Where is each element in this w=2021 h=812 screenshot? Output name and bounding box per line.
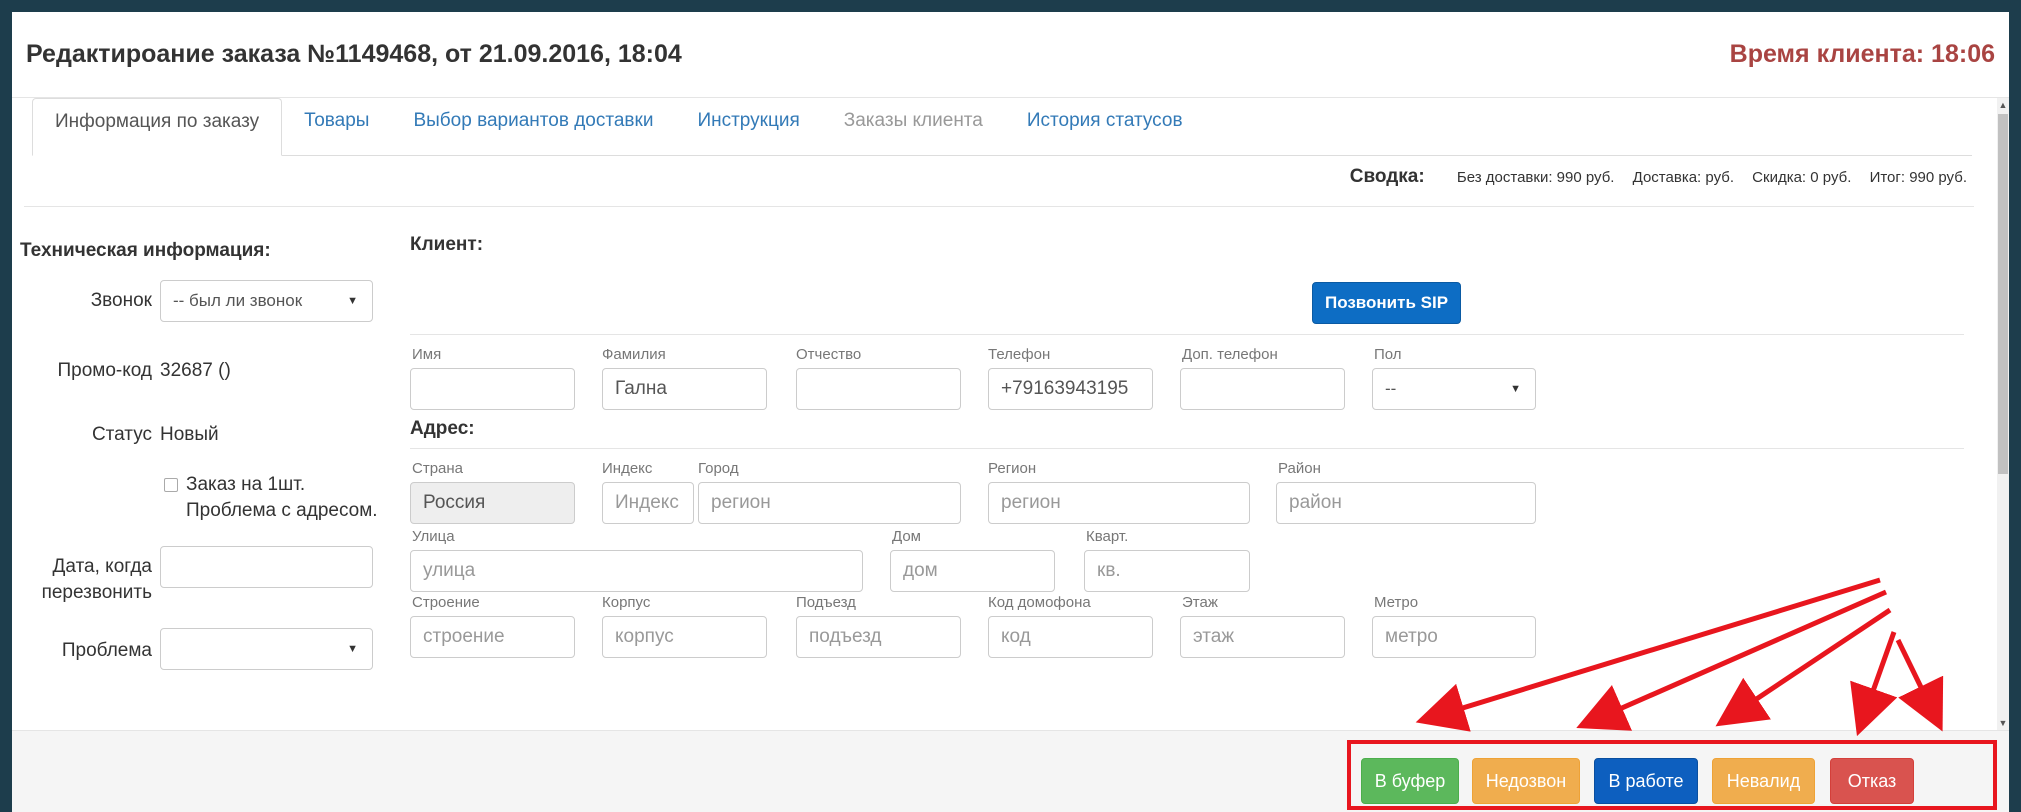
client-time: Время клиента: 18:06 <box>1729 40 1995 68</box>
callback-label: Дата, когда перезвонить <box>41 556 152 603</box>
tab-client-orders: Заказы клиента <box>843 110 983 131</box>
city-label: Город <box>698 460 739 477</box>
page-title: Редактироание заказа №1149468, от 21.09.… <box>26 40 682 68</box>
entrance-input[interactable]: подъезд <box>796 616 961 658</box>
divider <box>24 206 1974 207</box>
tab-products[interactable]: Товары <box>282 98 391 156</box>
problem-label: Проблема <box>61 640 152 661</box>
summary-no-delivery: Без доставки: 990 руб. <box>1456 169 1615 186</box>
client-heading: Клиент: <box>410 234 484 255</box>
phone-input[interactable]: +79163943195 <box>988 368 1153 410</box>
first-name-label: Имя <box>412 346 442 363</box>
summary-discount: Скидка: 0 руб. <box>1752 169 1852 186</box>
house-input[interactable]: дом <box>890 550 1055 592</box>
gender-label: Пол <box>1374 346 1402 363</box>
promo-value: 32687 () <box>160 360 231 381</box>
problem-select[interactable]: ▼ <box>160 628 373 670</box>
chevron-down-icon: ▼ <box>347 643 358 655</box>
last-name-label: Фамилия <box>602 346 666 363</box>
address-problem-label: Заказ на 1шт. Проблема с адресом. <box>186 474 378 521</box>
metro-input[interactable]: метро <box>1372 616 1536 658</box>
tab-instruction[interactable]: Инструкция <box>675 98 821 156</box>
last-name-input[interactable]: Гална <box>602 368 767 410</box>
metro-label: Метро <box>1374 594 1419 611</box>
house-label: Дом <box>892 528 921 545</box>
gender-select-value: -- <box>1385 379 1397 398</box>
tab-order-info[interactable]: Информация по заказу <box>32 98 283 156</box>
extra-phone-label: Доп. телефон <box>1182 346 1278 363</box>
reject-button[interactable]: Отказ <box>1830 758 1914 804</box>
summary-delivery: Доставка: руб. <box>1632 169 1734 186</box>
country-input[interactable]: Россия <box>410 482 575 524</box>
vertical-scrollbar[interactable]: ▲ ▼ <box>1997 98 2009 730</box>
no-answer-button[interactable]: Недозвон <box>1472 758 1580 804</box>
address-problem-checkbox[interactable] <box>164 478 178 492</box>
index-label: Индекс <box>602 460 653 477</box>
call-sip-button[interactable]: Позвонить SIP <box>1312 282 1461 324</box>
phone-label: Телефон <box>988 346 1051 363</box>
order-edit-modal: Редактироание заказа №1149468, от 21.09.… <box>12 12 2009 812</box>
intercom-input[interactable]: код <box>988 616 1153 658</box>
address-heading: Адрес: <box>410 418 475 439</box>
corpus-input[interactable]: корпус <box>602 616 767 658</box>
invalid-button[interactable]: Невалид <box>1712 758 1815 804</box>
apartment-label: Кварт. <box>1086 528 1129 545</box>
district-label: Район <box>1278 460 1321 477</box>
city-input[interactable]: регион <box>698 482 961 524</box>
in-work-button[interactable]: В работе <box>1594 758 1698 804</box>
divider <box>410 334 1964 335</box>
chevron-down-icon: ▼ <box>1510 383 1521 395</box>
district-input[interactable]: район <box>1276 482 1536 524</box>
region-label: Регион <box>988 460 1037 477</box>
index-input[interactable]: Индекс <box>602 482 694 524</box>
tech-info-heading: Техническая информация: <box>20 240 271 261</box>
patronymic-input[interactable] <box>796 368 961 410</box>
callback-date-input[interactable] <box>160 546 373 588</box>
country-label: Страна <box>412 460 464 477</box>
street-label: Улица <box>412 528 455 545</box>
patronymic-label: Отчество <box>796 346 862 363</box>
modal-header: Редактироание заказа №1149468, от 21.09.… <box>12 12 2009 98</box>
intercom-label: Код домофона <box>988 594 1091 611</box>
chevron-down-icon: ▼ <box>347 295 358 307</box>
modal-footer: В буфер Недозвон В работе Невалид Отказ <box>12 730 2009 812</box>
entrance-label: Подъезд <box>796 594 856 611</box>
floor-label: Этаж <box>1182 594 1218 611</box>
to-buffer-button[interactable]: В буфер <box>1361 758 1459 804</box>
scroll-down-icon[interactable]: ▼ <box>1997 716 2009 730</box>
floor-input[interactable]: этаж <box>1180 616 1345 658</box>
promo-label: Промо-код <box>57 360 152 381</box>
extra-phone-input[interactable] <box>1180 368 1345 410</box>
call-select[interactable]: -- был ли звонок ▼ <box>160 280 373 322</box>
call-select-value: -- был ли звонок <box>173 291 303 310</box>
street-input[interactable]: улица <box>410 550 863 592</box>
summary-total: Итог: 990 руб. <box>1869 169 1967 186</box>
building-label: Строение <box>412 594 480 611</box>
tab-bar: Информация по заказу Товары Выбор вариан… <box>32 98 1972 156</box>
corpus-label: Корпус <box>602 594 651 611</box>
region-input[interactable]: регион <box>988 482 1250 524</box>
apartment-input[interactable]: кв. <box>1084 550 1250 592</box>
status-value: Новый <box>160 424 219 445</box>
divider <box>410 448 1964 449</box>
call-label: Звонок <box>90 290 152 311</box>
tab-delivery-options[interactable]: Выбор вариантов доставки <box>391 98 675 156</box>
status-label: Статус <box>91 424 152 445</box>
building-input[interactable]: строение <box>410 616 575 658</box>
modal-body: Информация по заказу Товары Выбор вариан… <box>12 98 1997 730</box>
first-name-input[interactable] <box>410 368 575 410</box>
gender-select[interactable]: -- ▼ <box>1372 368 1536 410</box>
scrollbar-thumb[interactable] <box>1998 114 2008 474</box>
tab-status-history[interactable]: История статусов <box>1005 98 1205 156</box>
order-summary: Сводка: Без доставки: 990 руб. Доставка:… <box>1350 166 1967 188</box>
summary-label: Сводка: <box>1349 166 1425 187</box>
scroll-up-icon[interactable]: ▲ <box>1997 98 2009 112</box>
